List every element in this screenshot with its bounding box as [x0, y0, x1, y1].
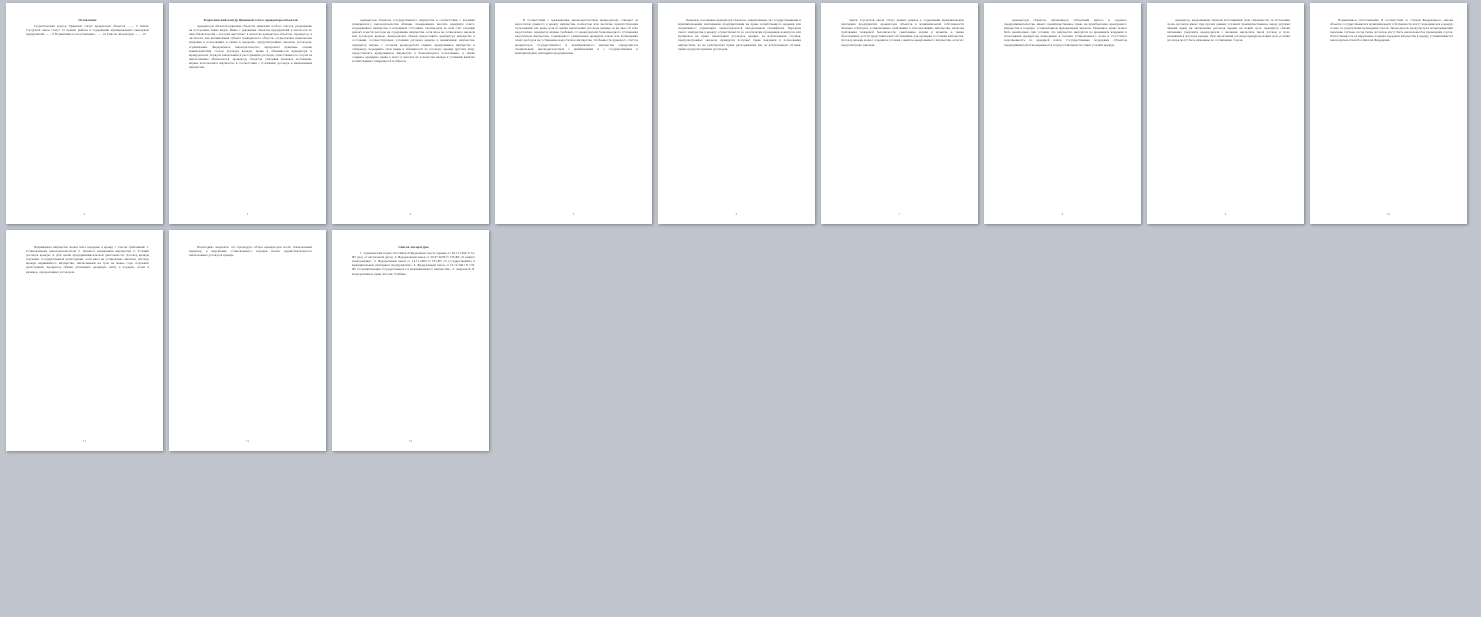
- page-number: 8: [1061, 213, 1064, 216]
- page-number: 7: [898, 213, 901, 216]
- page-content: В соответствии с гражданским законодател…: [515, 19, 638, 202]
- page-text: Арендаторы объектов, являющиеся субъекта…: [1004, 19, 1127, 47]
- document-page[interactable]: Арендаторы объектов государственного иму…: [332, 3, 489, 224]
- document-page[interactable]: Недвижимое имущество может быть передано…: [6, 230, 163, 451]
- document-page[interactable]: Земля. Городской закон статус правил рын…: [821, 3, 978, 224]
- page-text: Арендаторы объектов правовых объектов, и…: [189, 25, 312, 70]
- page-text: Необходимо выделить, что процедура отбор…: [189, 246, 312, 258]
- page-text: Арендатор, надлежащим образом исполнявши…: [1167, 19, 1290, 43]
- document-page[interactable]: Список литературы 1. Гражданский кодекс …: [332, 230, 489, 451]
- page-text: Нормативное сопоставление. В соответстви…: [1330, 19, 1453, 43]
- page-number: 11: [82, 440, 87, 443]
- page-content: Арендаторы объектов государственного иму…: [352, 19, 475, 202]
- page-content: Недвижимое имущество может быть передано…: [26, 246, 149, 429]
- page-content: Список литературы 1. Гражданский кодекс …: [352, 246, 475, 429]
- document-page[interactable]: Оглавление Теоретический контур Правовой…: [6, 3, 163, 224]
- page-text: Арендаторы объектов государственного иму…: [352, 19, 475, 63]
- page-number: 9: [1224, 213, 1227, 216]
- document-page[interactable]: Теоретический контур Правовой статус аре…: [169, 3, 326, 224]
- page-text: В соответствии с гражданским законодател…: [515, 19, 638, 55]
- page-text: Земля. Городской закон статус правил рын…: [841, 19, 964, 47]
- page-text: Недвижимое имущество может быть передано…: [26, 246, 149, 274]
- page-text: Теоретический контур Правовой статус аре…: [26, 25, 149, 37]
- page-number: 5: [572, 213, 575, 216]
- document-page[interactable]: Арендаторы объектов, являющиеся субъекта…: [984, 3, 1141, 224]
- document-page[interactable]: Правовое положение арендатора объектов, …: [658, 3, 815, 224]
- document-preview-area[interactable]: Оглавление Теоретический контур Правовой…: [0, 0, 1481, 617]
- page-number: 2: [83, 213, 86, 216]
- page-content: Необходимо выделить, что процедура отбор…: [189, 246, 312, 429]
- page-title: Оглавление: [78, 19, 97, 22]
- page-content: Оглавление Теоретический контур Правовой…: [26, 19, 149, 202]
- document-page[interactable]: В соответствии с гражданским законодател…: [495, 3, 652, 224]
- page-content: Правовое положение арендатора объектов, …: [678, 19, 801, 202]
- page-content: Арендаторы объектов, являющиеся субъекта…: [1004, 19, 1127, 202]
- document-page[interactable]: Нормативное сопоставление. В соответстви…: [1310, 3, 1467, 224]
- page-number: 12: [245, 440, 250, 443]
- page-title: Теоретический контур Правовой статус аре…: [203, 19, 298, 22]
- document-page[interactable]: Необходимо выделить, что процедура отбор…: [169, 230, 326, 451]
- document-page[interactable]: Арендатор, надлежащим образом исполнявши…: [1147, 3, 1304, 224]
- page-content: Земля. Городской закон статус правил рын…: [841, 19, 964, 202]
- page-content: Нормативное сопоставление. В соответстви…: [1330, 19, 1453, 202]
- page-content: Теоретический контур Правовой статус аре…: [189, 19, 312, 202]
- page-number: 10: [1386, 213, 1391, 216]
- page-number: 3: [246, 213, 249, 216]
- page-text: 1. Гражданский кодекс Российской Федерац…: [352, 252, 475, 276]
- page-text: Правовое положение арендатора объектов, …: [678, 19, 801, 51]
- page-number: 13: [408, 440, 413, 443]
- page-content: Арендатор, надлежащим образом исполнявши…: [1167, 19, 1290, 202]
- page-number: 4: [409, 213, 412, 216]
- page-title: Список литературы: [398, 246, 429, 249]
- page-number: 6: [735, 213, 738, 216]
